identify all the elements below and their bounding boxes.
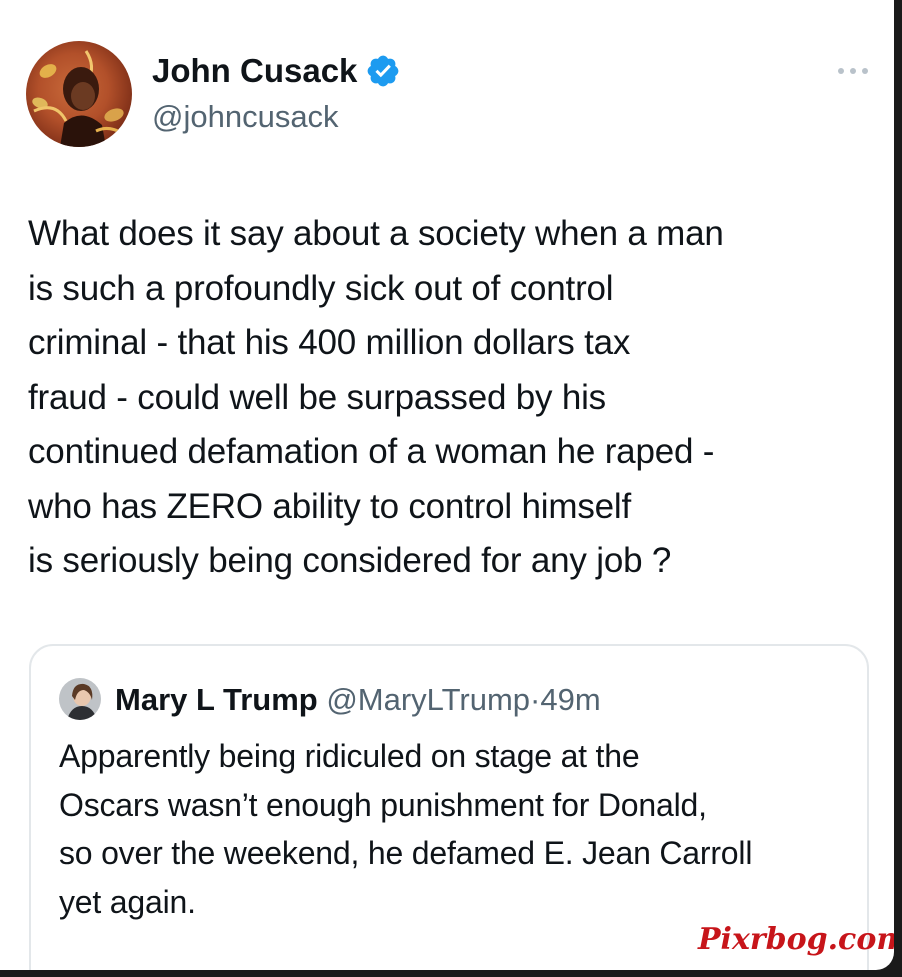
profile-photo-icon (26, 41, 132, 147)
author-handle[interactable]: @johncusack (152, 97, 339, 137)
quoted-author-name[interactable]: Mary L Trump (115, 682, 318, 717)
tweet-text: What does it say about a society when a … (28, 214, 724, 580)
separator-dot: · (530, 682, 541, 717)
quoted-tweet-text: Apparently being ridiculed on stage at t… (59, 738, 753, 920)
more-options-icon[interactable] (836, 64, 870, 76)
quoted-author-avatar[interactable] (59, 678, 101, 720)
author-name[interactable]: John Cusack (152, 51, 401, 91)
profile-photo-icon (59, 678, 101, 720)
quoted-author-handle[interactable]: @MaryLTrump (326, 682, 530, 717)
verified-badge-icon (365, 53, 401, 89)
watermark: Pixrbog.com (698, 922, 894, 957)
quoted-tweet-time[interactable]: 49m (540, 682, 600, 717)
author-name-label: John Cusack (152, 52, 358, 89)
tweet-card: John Cusack @johncusack What does it say… (0, 0, 894, 970)
quoted-tweet-header: Mary L Trump @MaryLTrump·49m (115, 680, 601, 720)
author-avatar[interactable] (26, 41, 132, 147)
